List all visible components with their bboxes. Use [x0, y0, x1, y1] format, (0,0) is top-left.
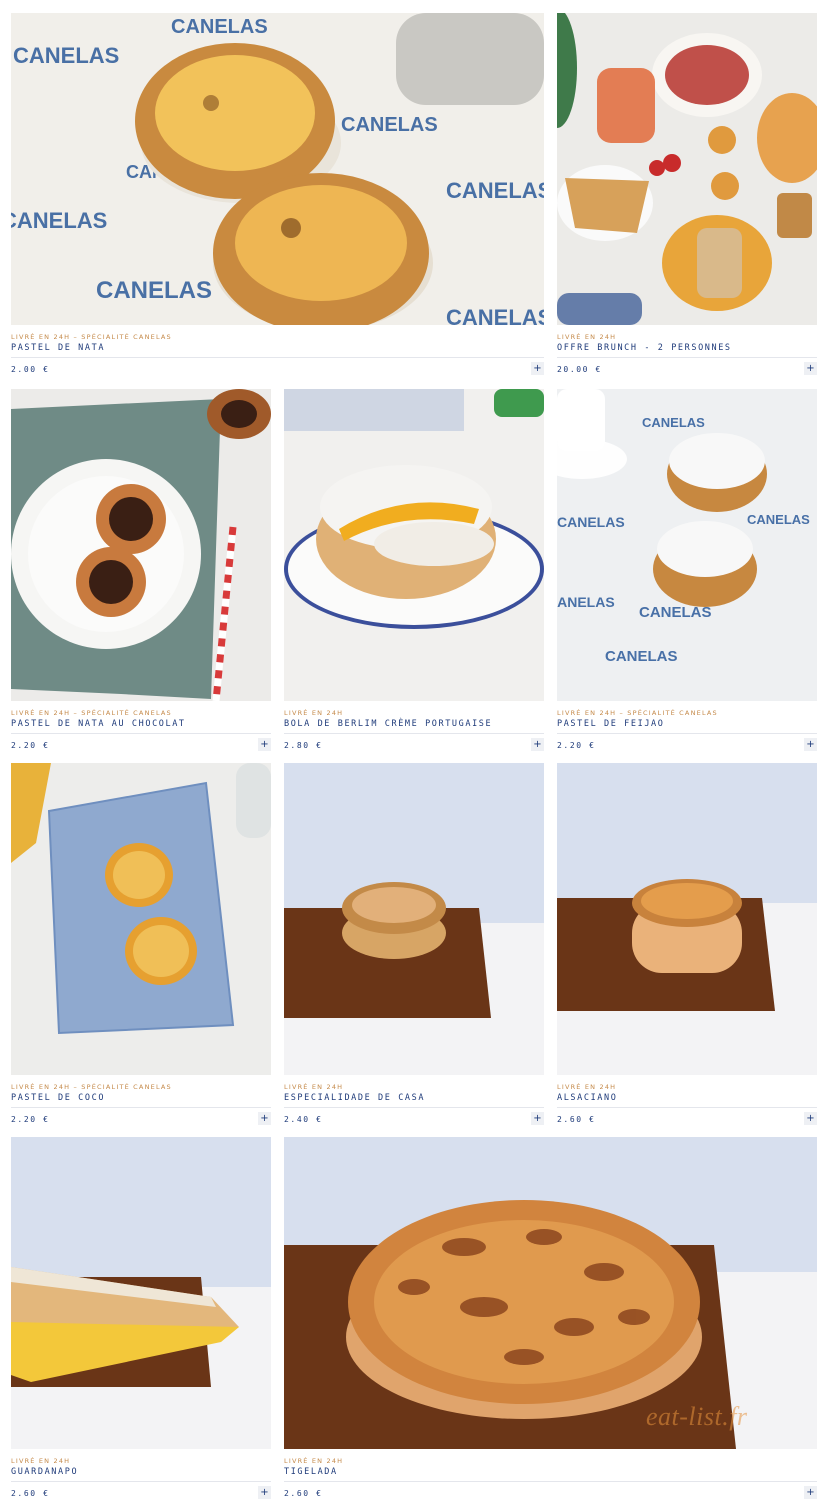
add-to-cart-button[interactable]: +	[531, 1112, 544, 1125]
add-to-cart-button[interactable]: +	[804, 738, 817, 751]
product-name[interactable]: Pastel de Nata	[11, 343, 105, 353]
divider	[11, 1481, 271, 1482]
add-to-cart-button[interactable]: +	[258, 1486, 271, 1499]
divider	[557, 733, 817, 734]
svg-text:CANELAS: CANELAS	[642, 415, 705, 430]
product-price: 2.60 €	[11, 1489, 50, 1498]
product-tag: Livré en 24h – Spécialité Canelas	[11, 333, 172, 341]
svg-text:CANELAS: CANELAS	[13, 43, 119, 68]
product-card-pastel-de-nata[interactable]: CANELAS CANELAS CANELAS CANELAS CANELAS …	[11, 13, 544, 385]
svg-text:CANELAS: CANELAS	[96, 277, 212, 304]
add-to-cart-button[interactable]: +	[531, 362, 544, 375]
divider	[284, 1107, 544, 1108]
product-price: 2.20 €	[11, 741, 50, 750]
product-tag: Livré en 24h – Spécialité Canelas	[557, 709, 718, 717]
product-price: 2.20 €	[557, 741, 596, 750]
product-name[interactable]: Tigelada	[284, 1467, 338, 1477]
product-card-tigelada[interactable]: Livré en 24h Tigelada 2.60 € +	[284, 1137, 817, 1509]
product-tag: Livré en 24h	[284, 709, 344, 717]
divider	[557, 1107, 817, 1108]
svg-text:CANELAS: CANELAS	[171, 16, 268, 38]
product-price: 2.40 €	[284, 1115, 323, 1124]
svg-text:CANELAS: CANELAS	[446, 305, 544, 325]
product-name[interactable]: Alsaciano	[557, 1093, 617, 1103]
add-to-cart-button[interactable]: +	[804, 362, 817, 375]
divider	[11, 1107, 271, 1108]
product-card-especialidade-de-casa[interactable]: Livré en 24h Especialidade de Casa 2.40 …	[284, 763, 544, 1135]
product-card-pastel-de-nata-chocolat[interactable]: Livré en 24h – Spécialité Canelas Pastel…	[11, 389, 271, 761]
product-name[interactable]: Especialidade de Casa	[284, 1093, 425, 1103]
divider	[284, 1481, 817, 1482]
product-tag: Livré en 24h	[11, 1457, 71, 1465]
svg-text:CANELAS: CANELAS	[557, 514, 625, 530]
product-name[interactable]: Pastel de Coco	[11, 1093, 105, 1103]
divider	[11, 733, 271, 734]
product-photo[interactable]	[284, 763, 544, 1075]
svg-text:CANELAS: CANELAS	[605, 648, 678, 665]
svg-text:CANELAS: CANELAS	[341, 114, 438, 136]
svg-text:CANELAS: CANELAS	[747, 512, 810, 527]
product-tag: Livré en 24h – Spécialité Canelas	[11, 709, 172, 717]
svg-text:CANELAS: CANELAS	[446, 178, 544, 203]
product-photo[interactable]: CANELAS CANELAS CANELAS CANELAS CANELAS …	[11, 13, 544, 325]
product-photo[interactable]	[284, 389, 544, 701]
add-to-cart-button[interactable]: +	[531, 738, 544, 751]
product-card-pastel-de-feijao[interactable]: CANELAS CANELAS CANELAS CANELAS CANELAS …	[557, 389, 817, 761]
product-tag: Livré en 24h	[284, 1083, 344, 1091]
product-card-offre-brunch[interactable]: Livré en 24h Offre Brunch - 2 personnes …	[557, 13, 817, 385]
add-to-cart-button[interactable]: +	[804, 1486, 817, 1499]
product-price: 2.00 €	[11, 365, 50, 374]
product-photo[interactable]	[557, 13, 817, 325]
product-price: 20.00 €	[557, 365, 602, 374]
divider	[284, 733, 544, 734]
divider	[557, 357, 817, 358]
product-card-alsaciano[interactable]: Livré en 24h Alsaciano 2.60 € +	[557, 763, 817, 1135]
product-photo[interactable]	[11, 763, 271, 1075]
divider	[11, 357, 544, 358]
product-tag: Livré en 24h – Spécialité Canelas	[11, 1083, 172, 1091]
add-to-cart-button[interactable]: +	[258, 1112, 271, 1125]
product-photo[interactable]	[11, 1137, 271, 1449]
svg-text:CANELAS: CANELAS	[557, 594, 615, 610]
product-price: 2.60 €	[284, 1489, 323, 1498]
product-tag: Livré en 24h	[557, 1083, 617, 1091]
product-photo[interactable]	[557, 763, 817, 1075]
product-photo[interactable]: CANELAS CANELAS CANELAS CANELAS CANELAS …	[557, 389, 817, 701]
product-card-bola-de-berlim[interactable]: Livré en 24h Bola de Berlim crème portug…	[284, 389, 544, 761]
add-to-cart-button[interactable]: +	[804, 1112, 817, 1125]
product-price: 2.20 €	[11, 1115, 50, 1124]
product-name[interactable]: Pastel de Feijao	[557, 719, 664, 729]
product-name[interactable]: Bola de Berlim crème portugaise	[284, 719, 492, 729]
product-card-pastel-de-coco[interactable]: Livré en 24h – Spécialité Canelas Pastel…	[11, 763, 271, 1135]
svg-text:CANELAS: CANELAS	[11, 208, 107, 233]
product-tag: Livré en 24h	[284, 1457, 344, 1465]
product-price: 2.60 €	[557, 1115, 596, 1124]
product-photo[interactable]	[11, 389, 271, 701]
product-name[interactable]: Guardanapo	[11, 1467, 78, 1477]
product-price: 2.80 €	[284, 741, 323, 750]
product-name[interactable]: Pastel de Nata au chocolat	[11, 719, 186, 729]
product-card-guardanapo[interactable]: Livré en 24h Guardanapo 2.60 € +	[11, 1137, 271, 1509]
product-tag: Livré en 24h	[557, 333, 617, 341]
product-name[interactable]: Offre Brunch - 2 personnes	[557, 343, 732, 353]
watermark: eat-list.fr	[646, 1402, 748, 1431]
add-to-cart-button[interactable]: +	[258, 738, 271, 751]
